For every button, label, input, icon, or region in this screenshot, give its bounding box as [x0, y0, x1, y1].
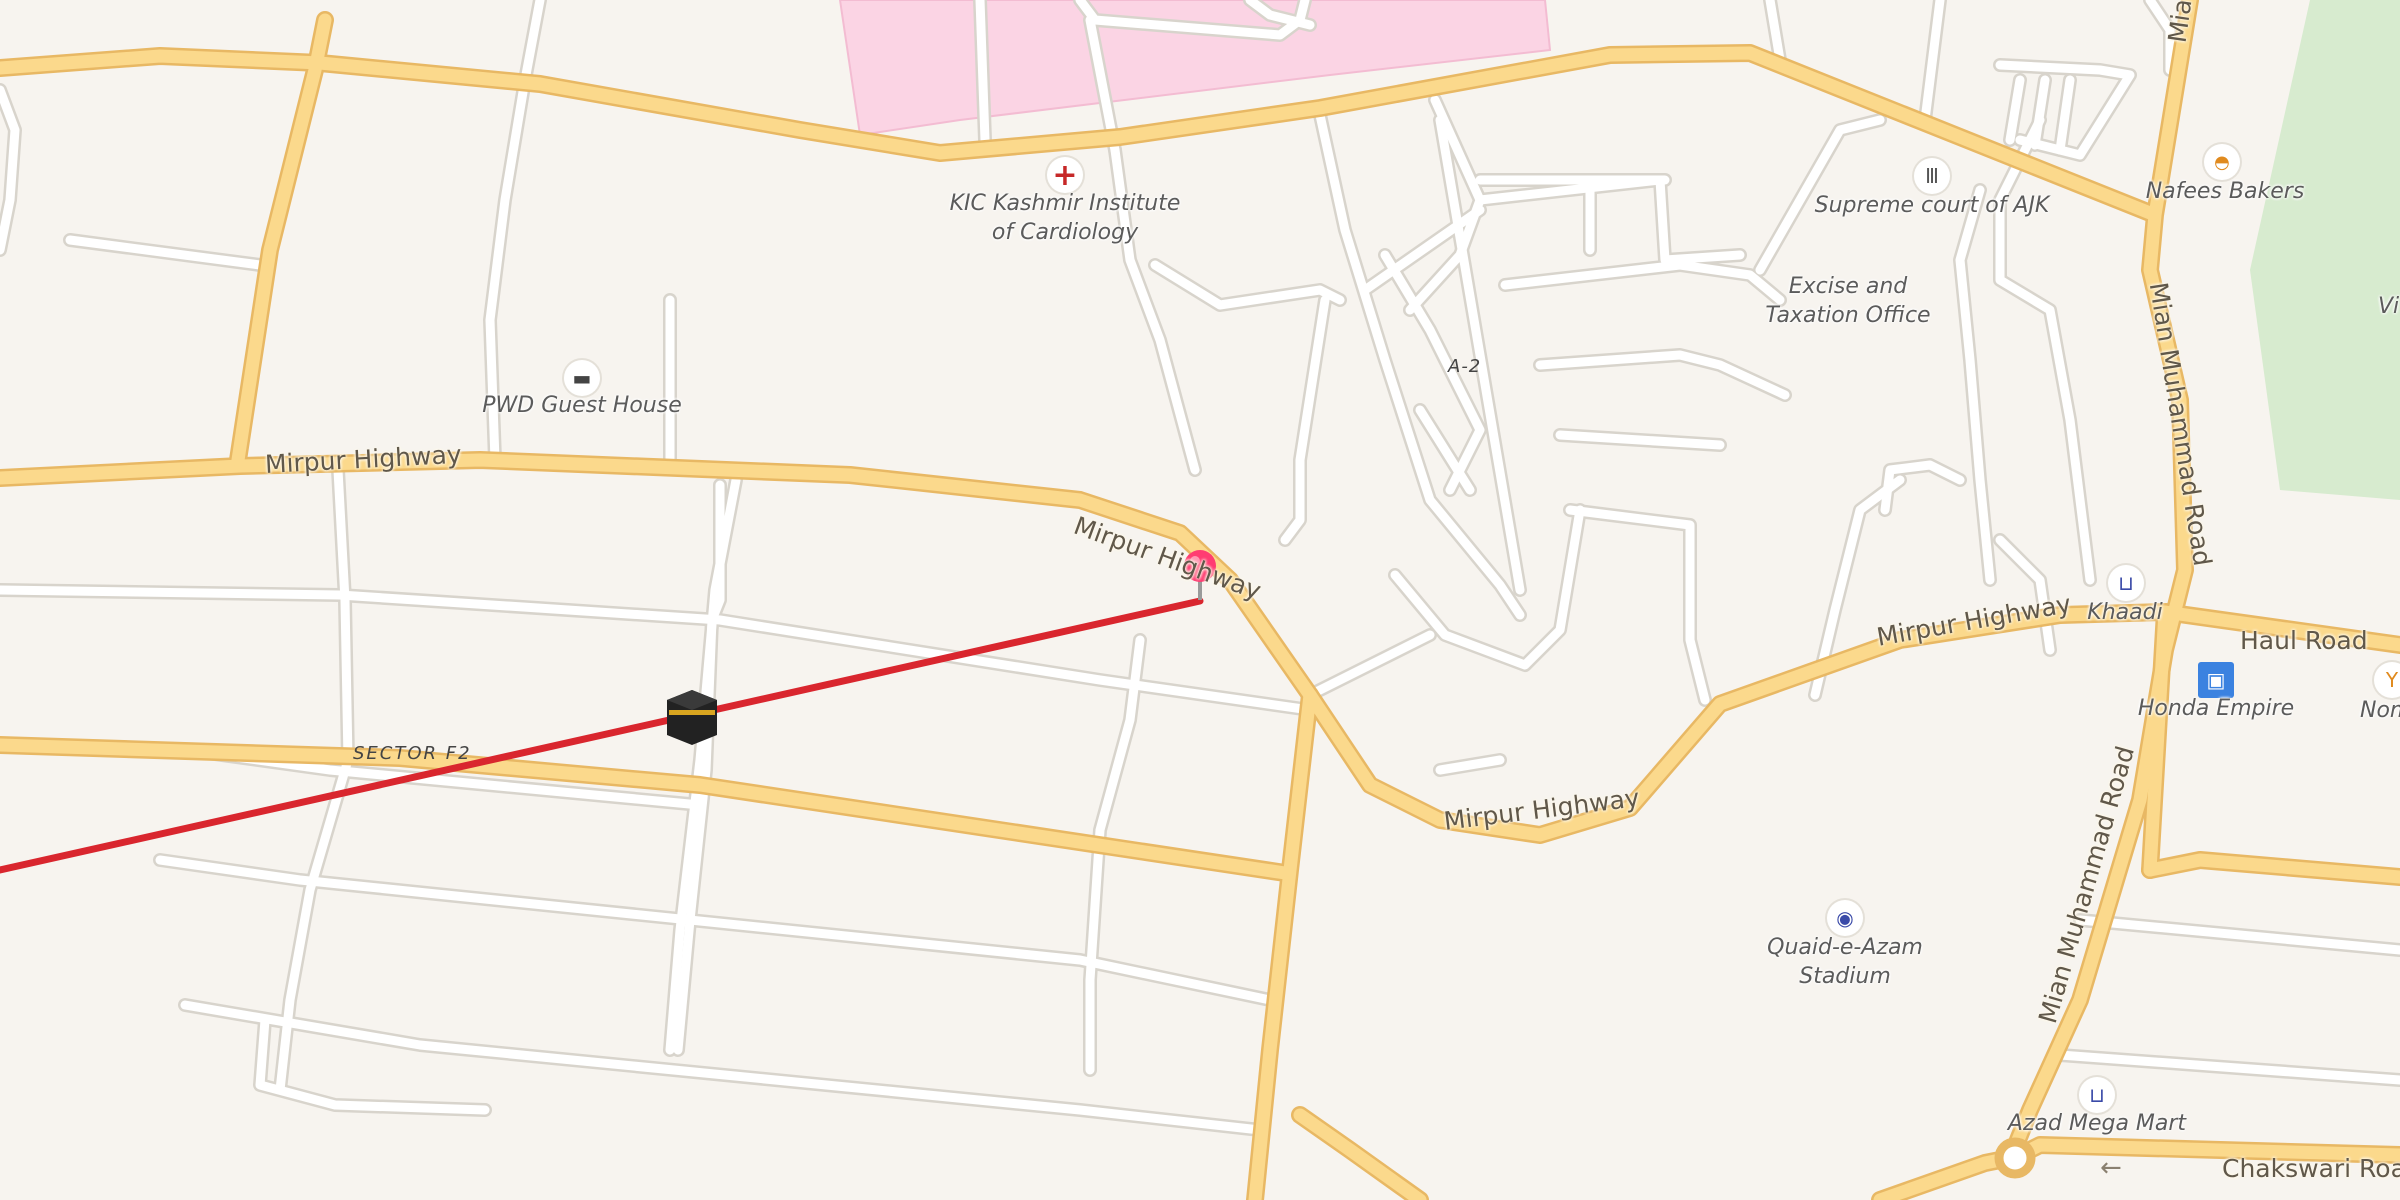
place-label-excise[interactable]: Excise and Taxation Office: [1765, 273, 1930, 330]
bakery-icon[interactable]: ◓: [2204, 144, 2240, 180]
park-area: [2250, 0, 2400, 500]
map-view[interactable]: ← + ▬ Ⅲ ◓ ⊔ ◉ ⊔ ▣ Y KIC Kashmir Institut…: [0, 0, 2400, 1200]
kaaba-icon: [667, 690, 717, 745]
road-label-chakswari-road: Chakswari Road: [2222, 1154, 2400, 1183]
road-label-haul-road: Haul Road: [2240, 626, 2368, 655]
place-label-pwd[interactable]: PWD Guest House: [482, 392, 682, 421]
place-label-vi[interactable]: Vi: [2378, 293, 2399, 322]
place-label-kic[interactable]: KIC Kashmir Institute of Cardiology: [950, 190, 1181, 247]
one-way-arrow: ←: [2100, 1153, 2122, 1183]
area-label-sector-f2: SECTOR F2: [353, 743, 472, 764]
courthouse-icon[interactable]: Ⅲ: [1914, 158, 1950, 194]
roundabout: [1994, 1137, 2036, 1179]
place-label-azad[interactable]: Azad Mega Mart: [2008, 1110, 2186, 1139]
place-label-stadium[interactable]: Quaid-e-Azam Stadium: [1767, 934, 1923, 991]
place-label-nomar[interactable]: Nomar: [2360, 697, 2400, 726]
bed-icon[interactable]: ▬: [564, 360, 600, 396]
area-label-a2: A-2: [1448, 356, 1482, 377]
road-label-mian-muhammad-road: Mia: [2162, 0, 2198, 45]
stadium-icon[interactable]: ◉: [1827, 900, 1863, 936]
car-dealer-icon[interactable]: ▣: [2198, 662, 2234, 698]
shopping-cart-icon[interactable]: ⊔: [2079, 1077, 2115, 1113]
place-label-supreme[interactable]: Supreme court of AJK: [1815, 192, 2050, 221]
place-label-khaadi[interactable]: Khaadi: [2087, 599, 2162, 628]
hospital-icon[interactable]: +: [1047, 157, 1083, 193]
place-label-nafees[interactable]: Nafees Bakers: [2146, 178, 2305, 207]
shopping-cart-icon[interactable]: ⊔: [2108, 565, 2144, 601]
place-label-honda[interactable]: Honda Empire: [2138, 695, 2294, 724]
